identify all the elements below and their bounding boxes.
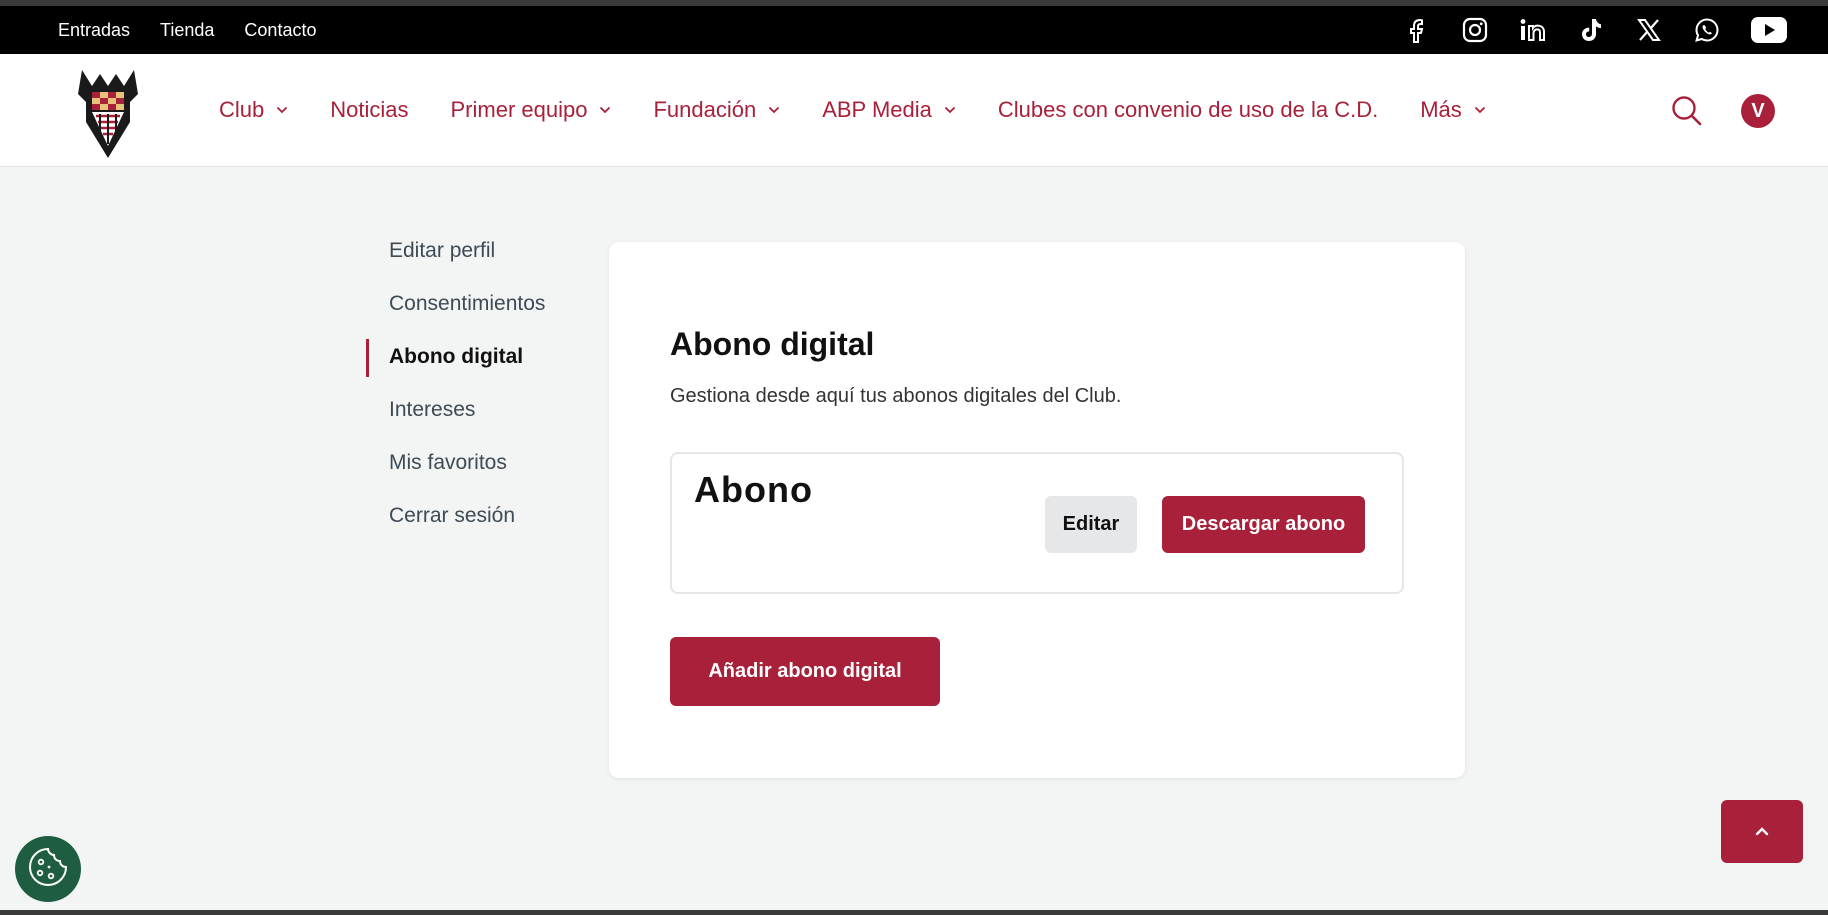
sidebar-item-intereses[interactable]: Intereses — [366, 395, 586, 448]
top-link-entradas[interactable]: Entradas — [58, 20, 130, 41]
nav-item-label: Fundación — [653, 97, 757, 122]
main-nav: Club Noticias Primer equipo Fundación AB… — [0, 54, 1828, 167]
facebook-icon[interactable] — [1402, 15, 1432, 45]
youtube-icon[interactable] — [1750, 15, 1788, 45]
nav-item-mas[interactable]: Más — [1420, 97, 1486, 123]
x-icon[interactable] — [1634, 15, 1664, 45]
club-logo[interactable] — [74, 64, 142, 160]
top-link-contacto[interactable]: Contacto — [244, 20, 316, 41]
nav-item-label: Noticias — [330, 97, 409, 122]
nav-item-label: Clubes con convenio de uso de la C.D. — [997, 97, 1379, 122]
nav-item-noticias[interactable]: Noticias — [330, 97, 408, 123]
top-links: Entradas Tienda Contacto — [58, 6, 316, 54]
nav-item-primer-equipo[interactable]: Primer equipo — [451, 97, 612, 123]
sidebar-item-editar-perfil[interactable]: Editar perfil — [366, 236, 586, 289]
sidebar-item-consentimientos[interactable]: Consentimientos — [366, 289, 586, 342]
nav-item-fundacion[interactable]: Fundación — [653, 97, 780, 123]
download-abono-button[interactable]: Descargar abono — [1162, 496, 1365, 553]
edit-button[interactable]: Editar — [1045, 496, 1137, 553]
nav-item-label: Más — [1420, 97, 1462, 122]
chevron-up-icon — [1755, 823, 1769, 841]
page-description: Gestiona desde aquí tus abonos digitales… — [670, 385, 1122, 407]
chevron-down-icon — [599, 106, 611, 114]
cookie-settings-button[interactable] — [15, 836, 81, 902]
page: Entradas Tienda Contacto Club Noticias P… — [0, 6, 1828, 910]
page-title: Abono digital — [670, 326, 875, 362]
main-menu: Club Noticias Primer equipo Fundación AB… — [219, 54, 1528, 166]
sidebar-item-cerrar-sesion[interactable]: Cerrar sesión — [366, 501, 586, 554]
instagram-icon[interactable] — [1460, 15, 1490, 45]
back-to-top-button[interactable] — [1721, 800, 1803, 863]
linkedin-icon[interactable] — [1518, 15, 1548, 45]
sidebar-item-abono-digital[interactable]: Abono digital — [366, 339, 586, 395]
add-abono-button[interactable]: Añadir abono digital — [670, 637, 940, 706]
abono-name: Abono — [694, 469, 813, 510]
nav-item-abp-media[interactable]: ABP Media — [822, 97, 956, 123]
abono-panel: Abono digital Gestiona desde aquí tus ab… — [609, 242, 1465, 778]
sidebar-item-mis-favoritos[interactable]: Mis favoritos — [366, 448, 586, 501]
nav-item-club[interactable]: Club — [219, 97, 288, 123]
search-icon[interactable] — [1670, 94, 1704, 128]
social-links — [1402, 6, 1788, 54]
user-avatar[interactable]: V — [1741, 94, 1775, 128]
account-sidebar: Editar perfil Consentimientos Abono digi… — [366, 236, 586, 554]
abono-card: Abono Editar Descargar abono — [670, 452, 1404, 594]
chevron-down-icon — [768, 106, 780, 114]
nav-item-label: ABP Media — [822, 97, 932, 122]
tiktok-icon[interactable] — [1576, 15, 1606, 45]
top-link-tienda[interactable]: Tienda — [160, 20, 214, 41]
nav-item-label: Club — [219, 97, 265, 122]
chevron-down-icon — [944, 106, 956, 114]
chevron-down-icon — [276, 106, 288, 114]
nav-item-clubes-convenio[interactable]: Clubes con convenio de uso de la C.D. — [998, 97, 1378, 123]
chevron-down-icon — [1474, 106, 1486, 114]
cookie-icon — [26, 845, 70, 894]
nav-item-label: Primer equipo — [450, 97, 588, 122]
whatsapp-icon[interactable] — [1692, 15, 1722, 45]
top-bar: Entradas Tienda Contacto — [0, 6, 1828, 54]
